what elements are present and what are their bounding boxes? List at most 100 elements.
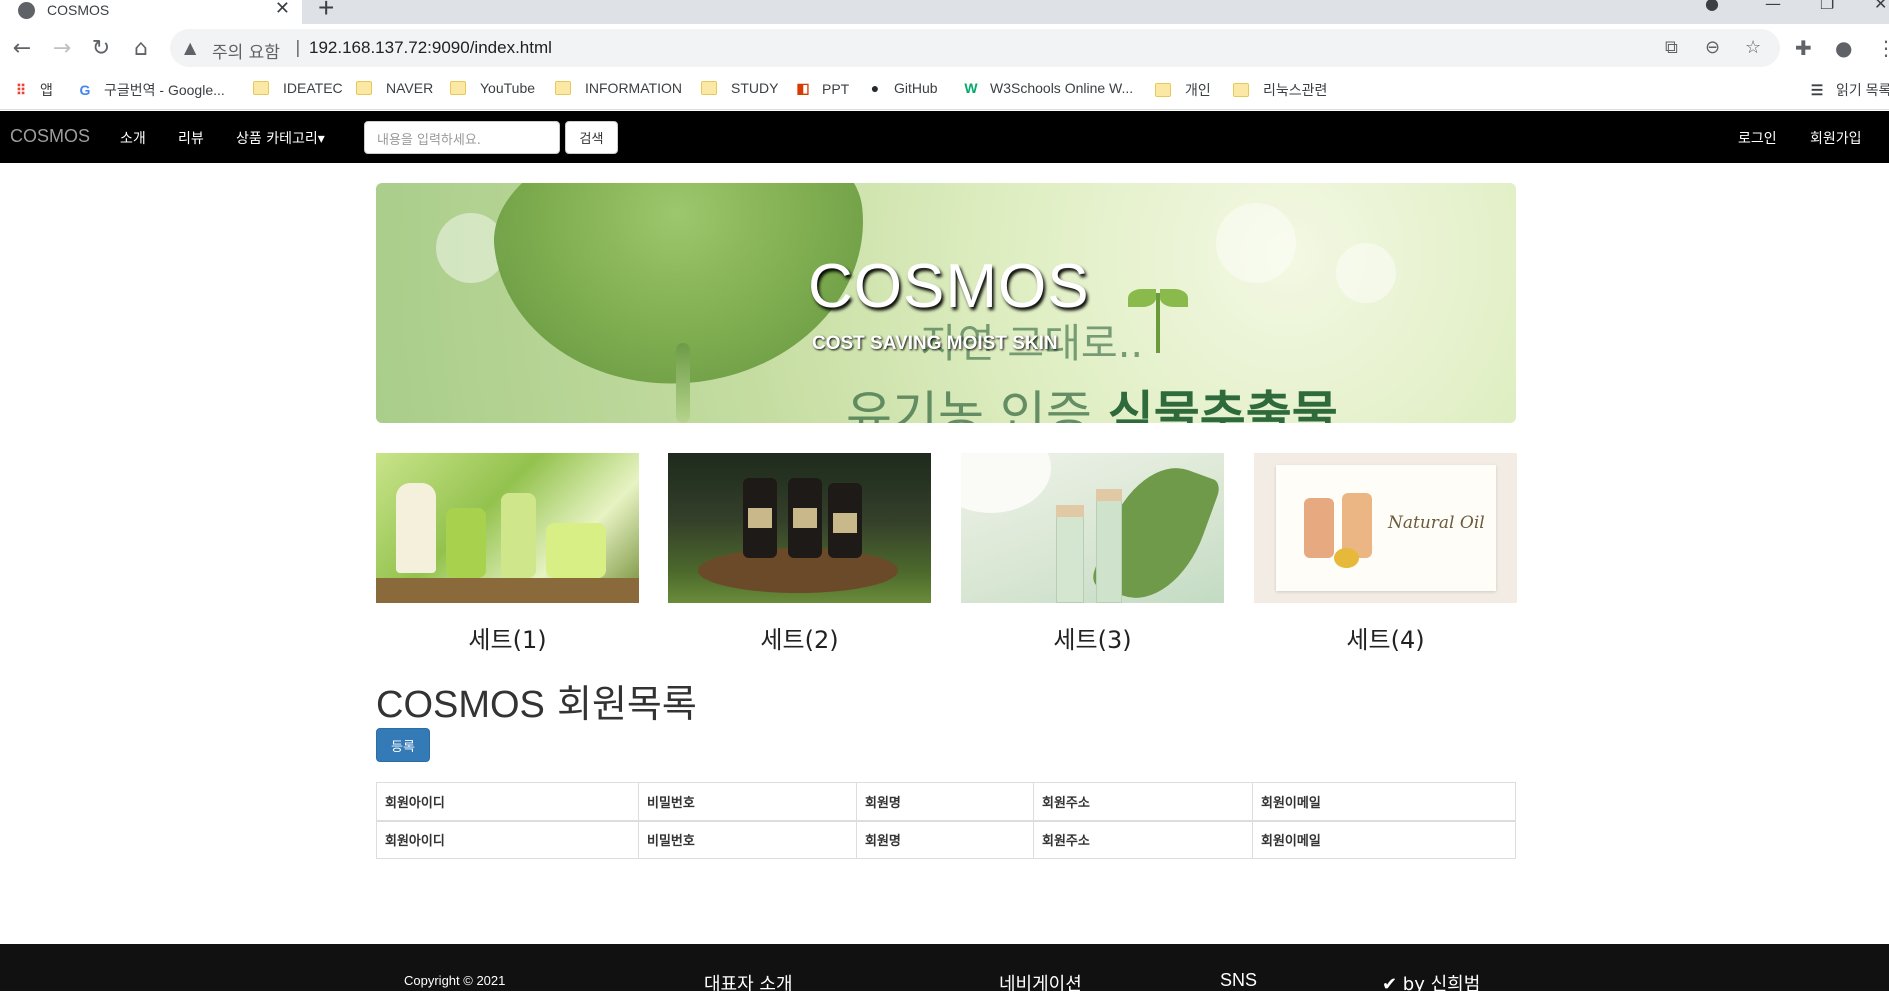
login-link[interactable]: 로그인 xyxy=(1738,128,1777,148)
natural-oil-text: Natural Oil xyxy=(1388,513,1485,533)
product-image-2[interactable] xyxy=(668,453,931,603)
search-input[interactable]: 내용을 입력하세요. xyxy=(364,121,560,154)
product-label-4[interactable]: 세트(4) xyxy=(1254,620,1517,655)
bookmark-linux[interactable]: 리눅스관련 xyxy=(1233,80,1327,100)
bokeh-light xyxy=(1216,203,1296,283)
browser-toolbar: ← → ↻ ⌂ ▲ 주의 요함 | 192.168.137.72:9090/in… xyxy=(0,24,1889,72)
reload-icon[interactable]: ↻ xyxy=(87,34,115,62)
member-list-title: COSMOS 회원목록 xyxy=(376,682,697,726)
footer-author: ✔ by 신희범 xyxy=(1382,974,1481,995)
browser-tab[interactable]: COSMOS ✕ xyxy=(0,0,302,24)
banner-title: COSMOS xyxy=(808,252,1090,321)
header-member-id: 회원아이디 xyxy=(376,782,639,822)
tab-title: COSMOS xyxy=(47,2,110,18)
security-warning-text[interactable]: 주의 요함 xyxy=(212,38,280,63)
browser-tabstrip: COSMOS ✕ + ● — ❐ ✕ xyxy=(0,0,1889,24)
header-member-address: 회원주소 xyxy=(1033,782,1253,822)
bookmark-google-translate[interactable]: G 구글번역 - Google... xyxy=(76,80,225,100)
folder-icon xyxy=(356,81,372,95)
minimize-icon[interactable]: — xyxy=(1765,0,1781,13)
apps-grid-icon: ⠿ xyxy=(15,81,27,98)
bokeh-light xyxy=(1336,243,1396,303)
footer-navigation-heading: 네비게이션 xyxy=(999,974,1082,995)
footer-about-heading: 대표자 소개 xyxy=(704,974,793,995)
profile-badge-icon[interactable]: ● xyxy=(1705,0,1719,13)
folder-icon xyxy=(1233,83,1249,97)
footer-copyright: Copyright © 2021 xyxy=(404,973,506,988)
product-image-1[interactable] xyxy=(376,453,639,603)
folder-icon xyxy=(701,81,717,95)
reading-list[interactable]: ☰ 읽기 목록 xyxy=(1808,80,1889,100)
folder-icon xyxy=(555,81,571,95)
reading-list-icon: ☰ xyxy=(1810,81,1824,98)
bookmark-personal[interactable]: 개인 xyxy=(1155,80,1211,100)
warning-icon[interactable]: ▲ xyxy=(184,38,196,57)
nav-dropdown-category[interactable]: 상품 카테고리▾ xyxy=(236,128,325,148)
bookmark-ideatec[interactable]: IDEATEC xyxy=(253,80,343,96)
member-table: 회원아이디 비밀번호 회원명 회원주소 회원이메일 회원아이디 비밀번호 회원명… xyxy=(376,782,1516,859)
cell-password: 비밀번호 xyxy=(638,820,857,859)
zoom-icon[interactable]: ⊖ xyxy=(1705,37,1720,58)
brand-logo[interactable]: COSMOS xyxy=(10,126,90,147)
site-navbar: COSMOS 소개 리뷰 상품 카테고리▾ 내용을 입력하세요. 검색 로그인 … xyxy=(0,111,1889,163)
banner-organic-text: 유기농 인증 식물추출물 xyxy=(846,386,1338,423)
bookmark-ppt[interactable]: ◧ PPT xyxy=(794,80,849,97)
register-button[interactable]: 등록 xyxy=(376,728,430,762)
bookmark-youtube[interactable]: YouTube xyxy=(450,80,535,96)
globe-icon xyxy=(18,1,35,19)
tab-close-icon[interactable]: ✕ xyxy=(275,0,290,19)
header-member-name: 회원명 xyxy=(856,782,1034,822)
bookmark-w3schools[interactable]: W W3Schools Online W... xyxy=(962,80,1133,96)
sprout-graphic xyxy=(1128,289,1160,353)
restore-icon[interactable]: ❐ xyxy=(1820,0,1834,13)
product-label-3[interactable]: 세트(3) xyxy=(961,620,1224,655)
extensions-icon[interactable]: ✚ xyxy=(1795,36,1812,60)
menu-icon[interactable]: ⋮ xyxy=(1876,36,1889,60)
product-image-3[interactable] xyxy=(961,453,1224,603)
address-bar[interactable]: ▲ 주의 요함 | 192.168.137.72:9090/index.html… xyxy=(170,29,1780,67)
bookmark-github[interactable]: ● GitHub xyxy=(866,80,938,96)
signup-link[interactable]: 회원가입 xyxy=(1810,128,1862,148)
google-icon: G xyxy=(79,82,91,98)
hero-banner: 자연 그대로.. COSMOS COST SAVING MOIST SKIN 유… xyxy=(376,183,1516,423)
cell-member-address: 회원주소 xyxy=(1033,820,1253,859)
product-image-4[interactable]: Natural Oil xyxy=(1254,453,1517,603)
bookmark-star-icon[interactable]: ☆ xyxy=(1745,37,1761,58)
product-label-1[interactable]: 세트(1) xyxy=(376,620,639,655)
footer-sns-heading: SNS xyxy=(1220,970,1258,990)
cell-member-email: 회원이메일 xyxy=(1252,820,1516,859)
w3schools-icon: W xyxy=(964,80,978,96)
folder-icon xyxy=(253,81,269,95)
bookmark-apps[interactable]: ⠿ 앱 xyxy=(12,80,53,100)
translate-icon[interactable]: ⧉ xyxy=(1665,37,1678,58)
cell-member-id: 회원아이디 xyxy=(376,820,639,859)
bookmark-information[interactable]: INFORMATION xyxy=(555,80,682,96)
nav-link-about[interactable]: 소개 xyxy=(120,128,146,148)
product-label-2[interactable]: 세트(2) xyxy=(668,620,931,655)
table-row[interactable]: 회원아이디 비밀번호 회원명 회원주소 회원이메일 xyxy=(376,820,1516,859)
site-footer: Copyright © 2021 대표자 소개 네비게이션 SNS ✔ by 신… xyxy=(0,944,1889,995)
folder-icon xyxy=(450,81,466,95)
home-icon[interactable]: ⌂ xyxy=(127,34,155,62)
banner-subtitle: COST SAVING MOIST SKIN xyxy=(812,333,1058,354)
new-tab-button[interactable]: + xyxy=(318,0,334,24)
header-member-email: 회원이메일 xyxy=(1252,782,1516,822)
back-icon[interactable]: ← xyxy=(8,34,36,62)
header-password: 비밀번호 xyxy=(638,782,857,822)
forward-icon[interactable]: → xyxy=(48,34,76,62)
bookmarks-bar: ⠿ 앱 G 구글번역 - Google... IDEATEC NAVER You… xyxy=(0,72,1889,110)
window-close-icon[interactable]: ✕ xyxy=(1874,0,1887,13)
bookmark-naver[interactable]: NAVER xyxy=(356,80,433,96)
folder-icon xyxy=(1155,83,1171,97)
github-icon: ● xyxy=(870,80,880,96)
profile-icon[interactable]: ● xyxy=(1835,36,1852,60)
address-separator: | xyxy=(295,38,301,58)
search-button[interactable]: 검색 xyxy=(565,121,618,154)
cell-member-name: 회원명 xyxy=(856,820,1034,859)
table-header-row: 회원아이디 비밀번호 회원명 회원주소 회원이메일 xyxy=(376,782,1516,822)
water-drip-graphic xyxy=(676,343,690,423)
bookmark-study[interactable]: STUDY xyxy=(701,80,778,96)
office-icon: ◧ xyxy=(796,80,810,96)
url-text[interactable]: 192.168.137.72:9090/index.html xyxy=(309,38,552,58)
nav-link-review[interactable]: 리뷰 xyxy=(178,128,204,148)
